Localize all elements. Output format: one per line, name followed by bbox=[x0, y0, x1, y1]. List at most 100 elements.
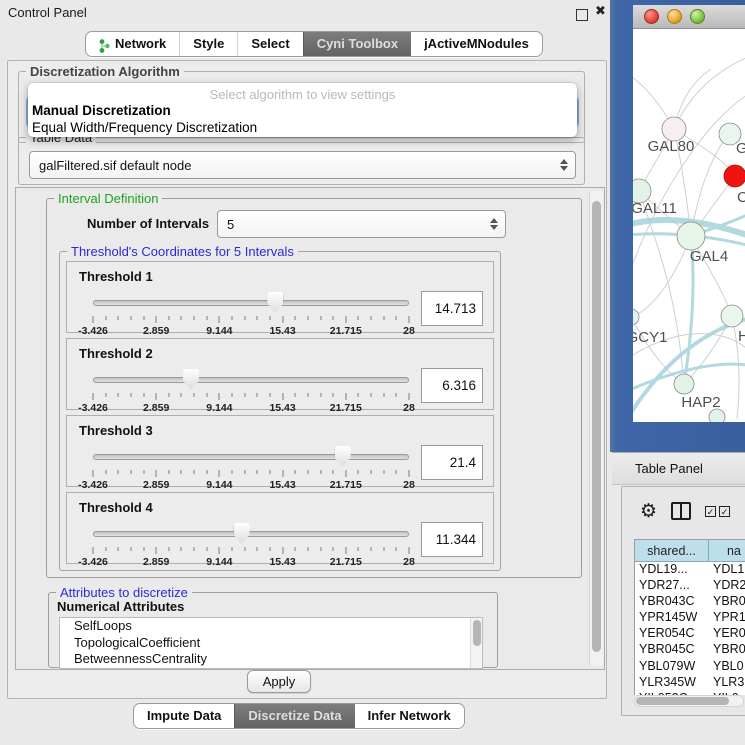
slider-track[interactable] bbox=[93, 531, 409, 537]
column-header-name[interactable]: na bbox=[709, 540, 745, 561]
cell-name[interactable]: YPR1 bbox=[709, 610, 745, 626]
split-columns-icon[interactable] bbox=[671, 502, 691, 520]
node-table[interactable]: shared... na YDL19...YDL1YDR27...YDR2YBR… bbox=[634, 539, 745, 695]
table-row[interactable]: YDL19...YDL1 bbox=[635, 562, 745, 578]
cell-shared-name[interactable]: YPR145W bbox=[635, 610, 709, 626]
cell-name[interactable]: YBL0 bbox=[709, 659, 745, 675]
cell-shared-name[interactable]: YBL079W bbox=[635, 659, 709, 675]
network-node-hap2[interactable] bbox=[674, 374, 694, 394]
tab-discretize-data[interactable]: Discretize Data bbox=[234, 704, 354, 728]
tab-label: Discretize Data bbox=[248, 704, 341, 728]
slider-ticks bbox=[93, 470, 409, 478]
threshold-slider[interactable]: -3.4262.8599.14415.4321.71528 bbox=[93, 292, 409, 330]
checkbox-icon[interactable]: ✓ bbox=[705, 506, 716, 517]
numerical-attributes-label: Numerical Attributes bbox=[57, 599, 184, 614]
slider-thumb[interactable] bbox=[267, 292, 283, 313]
threshold-label: Threshold 1 bbox=[79, 269, 153, 284]
cell-shared-name[interactable]: YER054C bbox=[635, 626, 709, 642]
threshold-slider[interactable]: -3.4262.8599.14415.4321.71528 bbox=[93, 446, 409, 484]
table-row[interactable]: YLR345WYLR3 bbox=[635, 675, 745, 691]
gear-icon[interactable]: ⚙ bbox=[640, 502, 657, 521]
network-node-label: GAL80 bbox=[648, 138, 695, 155]
cell-name[interactable]: YLR3 bbox=[709, 675, 745, 691]
threshold-value[interactable]: 14.713 bbox=[421, 291, 483, 326]
popup-options: Manual DiscretizationEqual Width/Frequen… bbox=[28, 102, 577, 136]
network-window-titlebar[interactable] bbox=[633, 5, 745, 29]
list-scrollbar[interactable] bbox=[470, 618, 482, 668]
table-panel: ⚙ ✓ ✓ shared... na YDL19...YDL1YDR27...Y… bbox=[621, 486, 745, 716]
cell-name[interactable]: YDL1 bbox=[709, 562, 745, 578]
panel-scrollbar-thumb[interactable] bbox=[592, 201, 601, 652]
number-of-intervals-combo[interactable]: 5 bbox=[217, 210, 506, 238]
threshold-value[interactable]: 21.4 bbox=[421, 445, 483, 480]
top-tab-bar: NetworkStyleSelectCyni ToolboxjActiveMNo… bbox=[85, 31, 543, 57]
tab-jactivemnodules[interactable]: jActiveMNodules bbox=[411, 32, 542, 56]
table-row[interactable]: YBL079WYBL0 bbox=[635, 659, 745, 675]
network-node-gcy1[interactable] bbox=[633, 309, 639, 325]
column-header-shared-name[interactable]: shared... bbox=[635, 540, 709, 561]
table-hscrollbar-thumb[interactable] bbox=[636, 697, 729, 705]
table-row[interactable]: YDR27...YDR2 bbox=[635, 578, 745, 594]
network-node-h[interactable] bbox=[721, 305, 743, 327]
network-node-gal4[interactable] bbox=[677, 222, 705, 250]
popup-option[interactable]: Manual Discretization bbox=[28, 102, 577, 119]
threshold-slider[interactable]: -3.4262.8599.14415.4321.71528 bbox=[93, 523, 409, 561]
table-data-combo[interactable]: galFiltered.sif default node bbox=[29, 151, 576, 179]
tab-network[interactable]: Network bbox=[86, 32, 179, 56]
slider-ticklabels: -3.4262.8599.14415.4321.71528 bbox=[93, 479, 409, 491]
close-traffic-light-icon[interactable] bbox=[644, 9, 659, 24]
list-scrollbar-thumb[interactable] bbox=[473, 620, 481, 646]
slider-track[interactable] bbox=[93, 377, 409, 383]
slider-ticklabels: -3.4262.8599.14415.4321.71528 bbox=[93, 325, 409, 337]
slider-ticks bbox=[93, 316, 409, 324]
column-checkboxes: ✓ ✓ bbox=[705, 506, 730, 517]
tab-cyni-toolbox[interactable]: Cyni Toolbox bbox=[303, 32, 411, 56]
slider-thumb[interactable] bbox=[183, 369, 199, 390]
numerical-attributes-list[interactable]: SelfLoopsTopologicalCoefficientBetweenne… bbox=[59, 617, 483, 669]
float-window-icon[interactable] bbox=[576, 9, 588, 21]
cell-name[interactable]: YER0 bbox=[709, 626, 745, 642]
network-node-c[interactable] bbox=[724, 165, 745, 187]
threshold-slider[interactable]: -3.4262.8599.14415.4321.71528 bbox=[93, 369, 409, 407]
table-row[interactable]: YPR145WYPR1 bbox=[635, 610, 745, 626]
attribute-item[interactable]: SelfLoops bbox=[60, 618, 482, 635]
network-node-label: GAL4 bbox=[690, 248, 728, 265]
network-view[interactable]: GAL80G.CGAL11GAL4GCY1HHAP2 bbox=[633, 29, 745, 422]
tab-impute-data[interactable]: Impute Data bbox=[134, 704, 234, 728]
cell-shared-name[interactable]: YLR345W bbox=[635, 675, 709, 691]
checkbox-icon[interactable]: ✓ bbox=[719, 506, 730, 517]
table-row[interactable]: YBR045CYBR0 bbox=[635, 642, 745, 658]
close-icon[interactable]: ✖ bbox=[595, 3, 606, 19]
cell-name[interactable]: YBR0 bbox=[709, 642, 745, 658]
slider-thumb[interactable] bbox=[234, 523, 250, 544]
attribute-item[interactable]: TopologicalCoefficient bbox=[60, 635, 482, 652]
cell-shared-name[interactable]: YBR043C bbox=[635, 594, 709, 610]
slider-track[interactable] bbox=[93, 300, 409, 306]
minimize-traffic-light-icon[interactable] bbox=[667, 9, 682, 24]
table-horizontal-scrollbar[interactable] bbox=[634, 695, 744, 707]
tab-infer-network[interactable]: Infer Network bbox=[355, 704, 464, 728]
threshold-value[interactable]: 6.316 bbox=[421, 368, 483, 403]
attribute-item[interactable]: BetweennessCentrality bbox=[60, 651, 482, 668]
slider-thumb[interactable] bbox=[335, 446, 351, 467]
tab-select[interactable]: Select bbox=[237, 32, 302, 56]
popup-option[interactable]: Equal Width/Frequency Discretization bbox=[28, 119, 577, 136]
number-of-intervals-label: Number of Intervals bbox=[87, 216, 209, 231]
table-row[interactable]: YBR043CYBR0 bbox=[635, 594, 745, 610]
table-data-group: Table Data galFiltered.sif default node bbox=[18, 137, 585, 185]
apply-button[interactable]: Apply bbox=[247, 670, 311, 693]
cell-shared-name[interactable]: YDL19... bbox=[635, 562, 709, 578]
slider-track[interactable] bbox=[93, 454, 409, 460]
cell-shared-name[interactable]: YDR27... bbox=[635, 578, 709, 594]
table-row[interactable]: YER054CYER0 bbox=[635, 626, 745, 642]
network-node-label: GAL11 bbox=[633, 200, 677, 217]
panel-scrollbar[interactable] bbox=[589, 191, 603, 666]
cell-name[interactable]: YBR0 bbox=[709, 594, 745, 610]
cell-shared-name[interactable]: YBR045C bbox=[635, 642, 709, 658]
threshold-value[interactable]: 11.344 bbox=[421, 522, 483, 557]
tab-style[interactable]: Style bbox=[179, 32, 237, 56]
zoom-traffic-light-icon[interactable] bbox=[690, 9, 705, 24]
cell-name[interactable]: YDR2 bbox=[709, 578, 745, 594]
network-node-label: G. bbox=[736, 140, 745, 157]
slider-ticks bbox=[93, 547, 409, 555]
